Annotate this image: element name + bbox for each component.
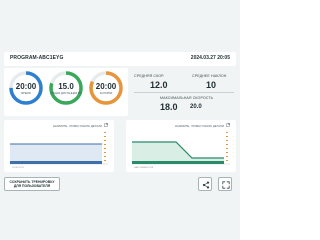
program-title: PROGRAM-ABC1EYG — [10, 55, 64, 61]
avg-incline-value: 10 — [206, 80, 217, 90]
gauge-time: 20:00 ВРЕМЯ — [8, 70, 44, 110]
max-speed-value-secondary: 20.0 — [190, 104, 202, 110]
fullscreen-button[interactable] — [218, 177, 232, 191]
avg-incline-label: СРЕДНЕЕ НАКЛОН — [192, 74, 227, 78]
max-speed-value: 18.0 — [160, 102, 178, 112]
share-icon — [202, 181, 210, 189]
external-link-icon[interactable] — [104, 123, 108, 127]
y-ticks-right — [104, 132, 106, 161]
incline-baseline — [132, 161, 224, 164]
gauge-label: ОБЩАЯ ДИСТАНЦИЯ КМ — [50, 92, 82, 95]
gauge-label: ВРЕМЯ — [21, 92, 31, 95]
x-axis-label: СКОРОСТЬ — [12, 167, 24, 169]
gauge-value: 20:00 — [95, 82, 117, 91]
header-bar: PROGRAM-ABC1EYG 2024.03.27 20:05 — [4, 52, 236, 66]
save-workout-button[interactable]: СОХРАНИТЬ ТРЕНИРОВКУ ДЛЯ ПОЛЬЗОВАТЕЛЯ — [4, 177, 60, 191]
incline-area — [132, 142, 224, 164]
footer-bar: СОХРАНИТЬ ТРЕНИРОВКУ ДЛЯ ПОЛЬЗОВАТЕЛЯ — [0, 176, 240, 194]
external-link-icon[interactable] — [226, 123, 230, 127]
incline-plot — [132, 132, 230, 165]
avg-speed-label: СРЕДНЯЯ СКОР. — [134, 74, 165, 78]
divider — [134, 92, 234, 93]
gauge-label: КАЛОРИИ — [99, 92, 113, 95]
y-ticks-right — [226, 132, 228, 161]
workout-summary-screen: PROGRAM-ABC1EYG 2024.03.27 20:05 20:00 В… — [0, 0, 240, 240]
datetime-label: 2024.03.27 20:05 — [190, 55, 230, 61]
speed-chart-card[interactable]: НАЖМИТЕ, ЧТОБЫ УЗНАТЬ ДЕТАЛИ СКОРОСТЬ — [4, 120, 114, 172]
share-button[interactable] — [198, 177, 212, 191]
gauge-value: 15.0 — [58, 82, 74, 91]
stats-panel: СРЕДНЯЯ СКОР. 12.0 СРЕДНЕЕ НАКЛОН 10 МАК… — [132, 68, 236, 116]
gauge-value: 20:00 — [15, 82, 37, 91]
chart-hint: НАЖМИТЕ, ЧТОБЫ УЗНАТЬ ДЕТАЛИ — [174, 124, 224, 128]
gauge-panel: 20:00 ВРЕМЯ 15.0 ОБЩАЯ ДИСТАНЦИЯ КМ 20:0… — [4, 68, 128, 116]
gauge-distance: 15.0 ОБЩАЯ ДИСТАНЦИЯ КМ — [48, 70, 84, 110]
incline-chart-card[interactable]: НАЖМИТЕ, ЧТОБЫ УЗНАТЬ ДЕТАЛИ НАКЛОН/ВЫСО… — [126, 120, 236, 172]
max-speed-label: МАКСИМАЛЬНАЯ СКОРОСТЬ — [160, 96, 214, 100]
avg-speed-value: 12.0 — [150, 80, 168, 90]
fullscreen-icon — [222, 181, 230, 189]
speed-plot — [10, 132, 108, 165]
chart-hint: НАЖМИТЕ, ЧТОБЫ УЗНАТЬ ДЕТАЛИ — [52, 124, 102, 128]
gauge-calories: 20:00 КАЛОРИИ — [88, 70, 124, 110]
x-axis-label: НАКЛОН/ВЫСОТА — [134, 167, 153, 169]
speed-baseline — [10, 161, 102, 164]
